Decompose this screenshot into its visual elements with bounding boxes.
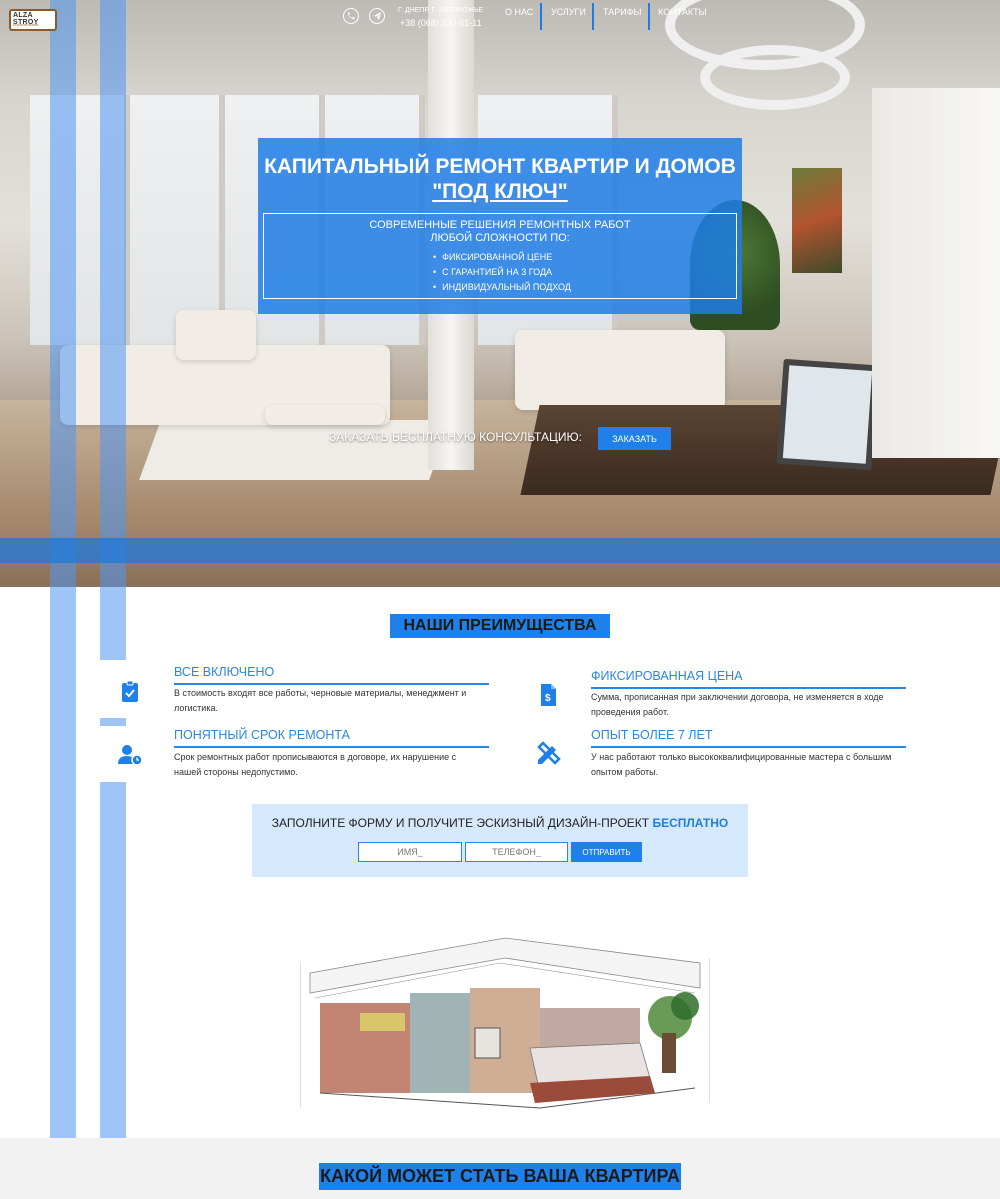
- nav-tariffs[interactable]: ТАРИФЫ: [603, 7, 641, 17]
- nav-contacts[interactable]: КОНТАКТЫ: [658, 7, 707, 17]
- hero-laptop: [776, 358, 879, 471]
- nav-services[interactable]: УСЛУГИ: [551, 7, 586, 17]
- advantage-title: ПОНЯТНЫЙ СРОК РЕМОНТА: [174, 728, 350, 742]
- advantage-text-line: проведения работ.: [591, 707, 669, 717]
- advantage-underline: [591, 687, 906, 689]
- user-clock-icon: [118, 745, 143, 766]
- hero-title-main: КАПИТАЛЬНЫЙ РЕМОНТ КВАРТИР И ДОМОВ: [264, 155, 736, 178]
- hero-sofa: [515, 330, 725, 410]
- telegram-icon[interactable]: [369, 8, 385, 24]
- advantage-underline: [174, 746, 489, 748]
- hero-coffee-table: [265, 405, 385, 425]
- form-title-text: ЗАПОЛНИТЕ ФОРМУ И ПОЛУЧИТЕ ЭСКИЗНЫЙ ДИЗА…: [271, 816, 650, 830]
- advantage-text: У нас работают только высококвалифициров…: [591, 750, 911, 780]
- hero-window: [130, 95, 225, 345]
- advantage-title: ВСЕ ВКЛЮЧЕНО: [174, 665, 275, 679]
- next-section-title: КАКОЙ МОЖЕТ СТАТЬ ВАША КВАРТИРА: [319, 1163, 681, 1190]
- advantage-text-line: Сумма, прописанная при заключении догово…: [591, 692, 884, 702]
- advantage-underline: [174, 683, 489, 685]
- order-button[interactable]: ЗАКАЗАТЬ: [598, 427, 671, 450]
- hero-cabinet: [872, 88, 1000, 458]
- name-input[interactable]: [358, 842, 462, 862]
- hero-title-key: "ПОД КЛЮЧ": [432, 180, 568, 203]
- hero-subtitle-line: ЛЮБОЙ СЛОЖНОСТИ ПО:: [430, 232, 570, 244]
- clipboard-check-icon: [122, 680, 138, 702]
- advantage-text-line: логистика.: [174, 703, 218, 713]
- hero-bullet: ФИКСИРОВАННОЙ ЦЕНЕ: [433, 251, 571, 266]
- advantage-title: ФИКСИРОВАННАЯ ЦЕНА: [591, 669, 743, 683]
- hero-wall-art: [792, 168, 842, 273]
- price-document-icon: $: [541, 684, 556, 706]
- phone-input[interactable]: [465, 842, 568, 862]
- hero-subtitle-line: СОВРЕМЕННЫЕ РЕШЕНИЯ РЕМОНТНЫХ РАБОТ: [369, 219, 631, 231]
- design-form-panel: [252, 804, 748, 877]
- hero-subtitle: СОВРЕМЕННЫЕ РЕШЕНИЯ РЕМОНТНЫХ РАБОТ ЛЮБО…: [263, 219, 737, 245]
- advantage-text-line: У нас работают только высококвалифициров…: [591, 752, 892, 762]
- decor-stripe: [50, 0, 76, 1138]
- hero-bullets: ФИКСИРОВАННОЙ ЦЕНЕ С ГАРАНТИЕЙ НА 3 ГОДА…: [433, 251, 571, 296]
- nav-separator: [592, 3, 594, 30]
- logo[interactable]: ALZA STROY строительная компания: [9, 9, 57, 32]
- hero-rug: [139, 420, 451, 480]
- advantages-title: НАШИ ПРЕИМУЩЕСТВА: [390, 614, 610, 638]
- decor-stripe: [100, 718, 126, 726]
- advantage-underline: [591, 746, 906, 748]
- interior-sketch-image: [300, 937, 710, 1109]
- hero-bullet: С ГАРАНТИЕЙ НА 3 ГОДА: [433, 266, 571, 281]
- advantage-text-line: опытом работы.: [591, 767, 659, 777]
- advantage-title: ОПЫТ БОЛЕЕ 7 ЛЕТ: [591, 728, 713, 742]
- form-title-highlight: БЕСПЛАТНО: [652, 816, 729, 830]
- pencil-ruler-icon: [537, 741, 561, 765]
- viber-icon[interactable]: [343, 8, 359, 24]
- hero-title: КАПИТАЛЬНЫЙ РЕМОНТ КВАРТИР И ДОМОВ "ПОД …: [258, 154, 742, 204]
- advantage-text: В стоимость входят все работы, черновые …: [174, 686, 494, 716]
- decor-band: [0, 538, 1000, 563]
- cta-text: ЗАКАЗАТЬ БЕСПЛАТНУЮ КОНСУЛЬТАЦИЮ:: [329, 430, 582, 444]
- advantage-text-line: В стоимость входят все работы, черновые …: [174, 688, 467, 698]
- nav-about[interactable]: О НАС: [505, 7, 533, 17]
- advantage-text-line: нашей стороны недопустимо.: [174, 767, 298, 777]
- submit-button[interactable]: ОТПРАВИТЬ: [571, 842, 642, 862]
- city-list: Г. ДНЕПР, Г. ЗАПОРОЖЬЕ: [398, 7, 484, 14]
- advantage-text-line: Срок ремонтных работ прописываются в дог…: [174, 752, 457, 762]
- nav-separator: [648, 3, 650, 30]
- logo-subtitle: строительная компания: [13, 22, 39, 32]
- svg-text:$: $: [545, 693, 551, 704]
- hero-bullet: ИНДИВИДУАЛЬНЫЙ ПОДХОД: [433, 281, 571, 296]
- hero-lamp-ring: [700, 45, 850, 110]
- decor-stripe: [100, 782, 126, 1138]
- nav-separator: [540, 3, 542, 30]
- advantage-text: Срок ремонтных работ прописываются в дог…: [174, 750, 494, 780]
- form-title: ЗАПОЛНИТЕ ФОРМУ И ПОЛУЧИТЕ ЭСКИЗНЫЙ ДИЗА…: [252, 816, 748, 830]
- hero-cushion: [176, 310, 256, 360]
- phone-number[interactable]: +38 (068) 330-61-11: [400, 18, 482, 28]
- advantage-text: Сумма, прописанная при заключении догово…: [591, 690, 911, 720]
